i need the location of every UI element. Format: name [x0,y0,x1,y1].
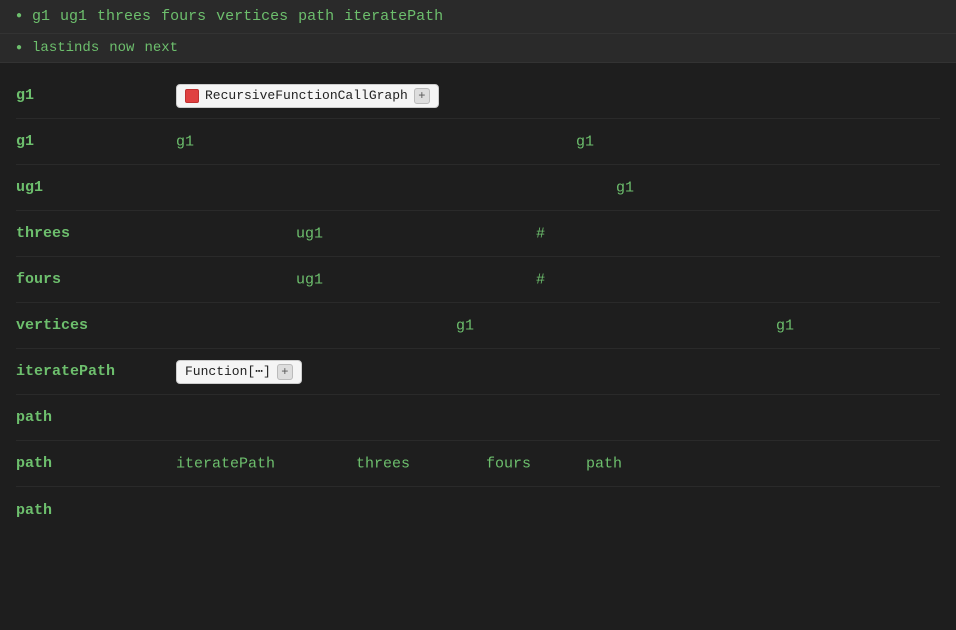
function-widget-label: Function[⋯] [185,364,271,379]
widget-plus-button[interactable]: + [414,88,430,104]
symbol-path-3: path [16,494,176,527]
topbar-item-g1[interactable]: g1 [32,8,50,25]
recursive-function-call-graph-widget[interactable]: RecursiveFunctionCallGraph + [176,84,439,108]
row-g1-widget: g1 RecursiveFunctionCallGraph + [16,73,940,119]
top-bar: ● g1 ug1 threes fours vertices path iter… [0,0,956,34]
ug1-g1-ref: g1 [616,179,634,196]
second-bar: ● lastinds now next [0,34,956,63]
symbol-fours: fours [16,263,176,296]
threes-ug1-ref: ug1 [296,225,323,242]
fours-ug1-ref: ug1 [296,271,323,288]
function-widget-plus[interactable]: + [277,364,293,380]
path-threes-ref: threes [356,455,410,472]
fours-hash: # [536,271,545,288]
vertices-g1-ref-1: g1 [456,317,474,334]
secondbar-bullet: ● [16,43,22,54]
row-fours: fours ug1 # [16,257,940,303]
secondbar-item-lastinds[interactable]: lastinds [32,40,99,56]
symbol-vertices: vertices [16,309,176,342]
topbar-item-iteratepath[interactable]: iteratePath [344,8,443,25]
ug1-content: g1 [176,169,940,206]
widget-icon [185,89,199,103]
topbar-bullet: ● [16,11,22,22]
g1-refs-content: g1 g1 [176,123,940,160]
g1-ref-2: g1 [576,133,594,150]
row-iteratepath-widget: iteratePath Function[⋯] + [16,349,940,395]
secondbar-item-now[interactable]: now [109,40,134,56]
main-content: g1 RecursiveFunctionCallGraph + g1 g1 g1… [0,63,956,543]
path-refs-content: iteratePath threes fours path [176,445,940,482]
path-path-ref: path [586,455,622,472]
widget-label: RecursiveFunctionCallGraph [205,88,408,103]
symbol-threes: threes [16,217,176,250]
secondbar-item-next[interactable]: next [144,40,178,56]
row-path-empty: path [16,395,940,441]
threes-content: ug1 # [176,215,940,252]
vertices-content: g1 g1 [176,307,940,344]
topbar-item-vertices[interactable]: vertices [216,8,288,25]
symbol-iteratepath: iteratePath [16,355,176,388]
row-path-empty2: path [16,487,940,533]
symbol-ug1: ug1 [16,171,176,204]
symbol-g1-refs: g1 [16,125,176,158]
symbol-path-2: path [16,447,176,480]
page-container: ● g1 ug1 threes fours vertices path iter… [0,0,956,630]
row-vertices: vertices g1 g1 [16,303,940,349]
g1-ref-1: g1 [176,133,194,150]
symbol-g1-widget: g1 [16,79,176,112]
threes-hash: # [536,225,545,242]
topbar-item-threes[interactable]: threes [97,8,151,25]
symbol-path-1: path [16,401,176,434]
fours-content: ug1 # [176,261,940,298]
row-ug1: ug1 g1 [16,165,940,211]
iteratepath-widget-content: Function[⋯] + [176,360,940,384]
vertices-g1-ref-2: g1 [776,317,794,334]
topbar-item-fours[interactable]: fours [161,8,206,25]
function-widget[interactable]: Function[⋯] + [176,360,302,384]
topbar-item-ug1[interactable]: ug1 [60,8,87,25]
g1-widget-content: RecursiveFunctionCallGraph + [176,84,940,108]
path-iteratepath-ref: iteratePath [176,455,275,472]
row-path-refs: path iteratePath threes fours path [16,441,940,487]
row-g1-refs: g1 g1 g1 [16,119,940,165]
topbar-item-path[interactable]: path [298,8,334,25]
row-threes: threes ug1 # [16,211,940,257]
path-fours-ref: fours [486,455,531,472]
